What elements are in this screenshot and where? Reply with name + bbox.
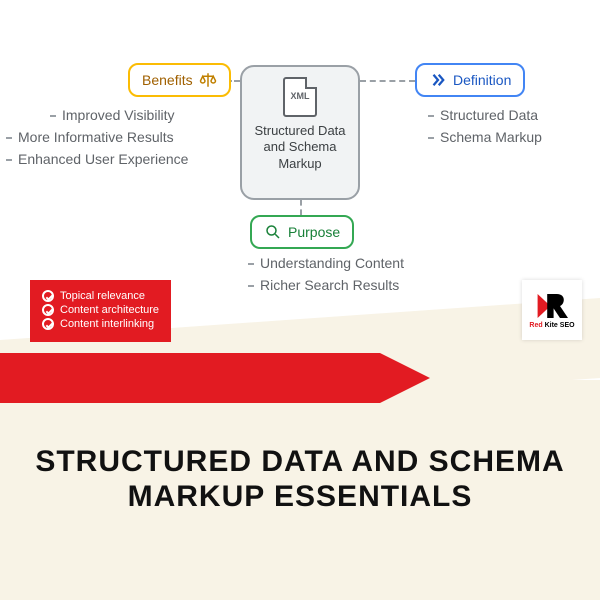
check-icon — [42, 290, 54, 302]
logo-text: Red Kite SEO — [529, 322, 574, 329]
magnifier-icon — [264, 223, 282, 241]
checklist-item: Topical relevance — [42, 290, 159, 302]
tag-label: Definition — [453, 72, 511, 88]
checklist-label: Content interlinking — [60, 318, 154, 330]
xml-document-icon: XML — [283, 77, 317, 117]
branch-definition: Definition — [415, 63, 525, 97]
center-label: Structured Data and Schema Markup — [250, 123, 350, 172]
center-node: XML Structured Data and Schema Markup — [240, 65, 360, 200]
tag-label: Benefits — [142, 72, 193, 88]
branch-benefits: Benefits — [128, 63, 231, 97]
scales-icon — [199, 71, 217, 89]
tag-label: Purpose — [288, 224, 340, 240]
red-arrow-bar — [0, 353, 380, 403]
connector — [360, 80, 415, 82]
checklist-label: Topical relevance — [60, 290, 145, 302]
logo: Red Kite SEO — [522, 280, 582, 340]
benefits-item: Improved Visibility — [62, 107, 175, 123]
page-title: STRUCTURED DATA AND SCHEMA MARKUP ESSENT… — [0, 445, 600, 514]
purpose-item: Understanding Content — [260, 255, 404, 271]
tag-purpose: Purpose — [250, 215, 354, 249]
purpose-item: Richer Search Results — [260, 277, 399, 293]
checklist-item: Content architecture — [42, 304, 159, 316]
chevrons-right-icon — [429, 71, 447, 89]
benefits-item: Enhanced User Experience — [18, 151, 188, 167]
checklist-label: Content architecture — [60, 304, 159, 316]
tag-definition: Definition — [415, 63, 525, 97]
checklist-box: Topical relevance Content architecture C… — [30, 280, 171, 342]
benefits-item: More Informative Results — [18, 129, 174, 145]
definition-item: Schema Markup — [440, 129, 542, 145]
doc-icon-label: XML — [285, 91, 315, 101]
check-icon — [42, 304, 54, 316]
checklist-item: Content interlinking — [42, 318, 159, 330]
tag-benefits: Benefits — [128, 63, 231, 97]
logo-mark-icon — [536, 292, 568, 320]
connector — [300, 200, 302, 215]
definition-item: Structured Data — [440, 107, 538, 123]
check-icon — [42, 318, 54, 330]
branch-purpose: Purpose — [250, 215, 354, 249]
mindmap: XML Structured Data and Schema Markup Be… — [0, 15, 600, 315]
